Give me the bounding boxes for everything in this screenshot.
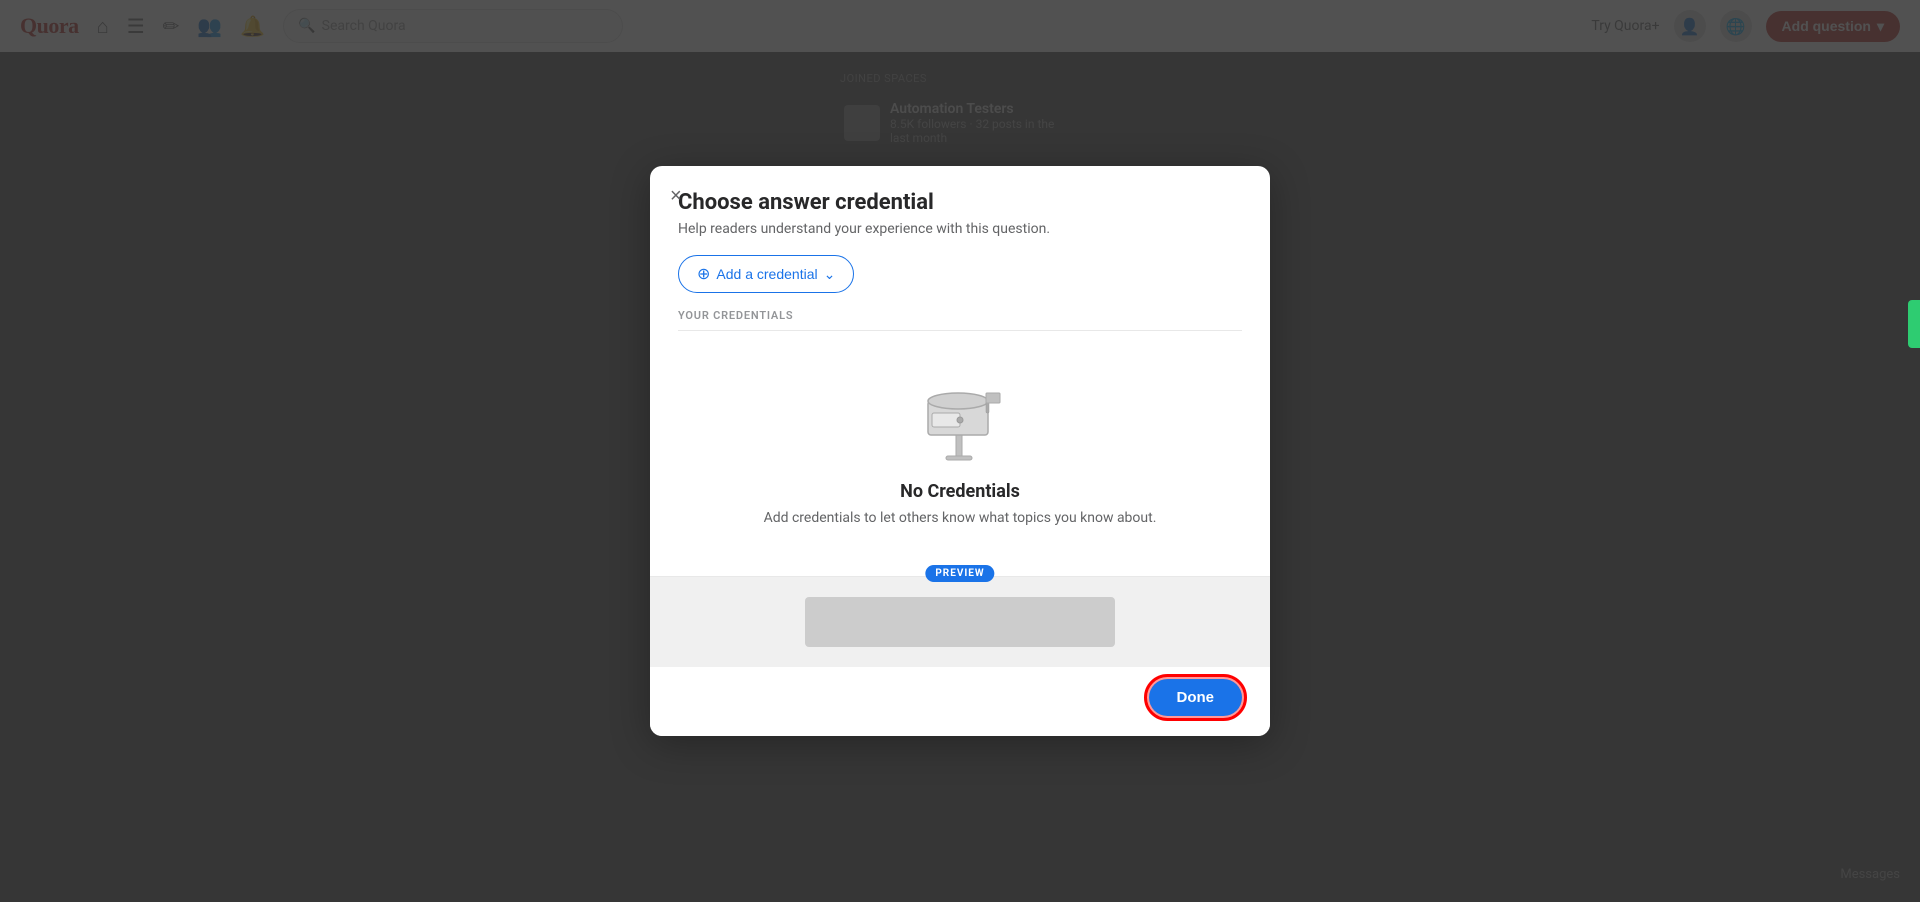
credential-modal: × Choose answer credential Help readers … — [650, 166, 1270, 736]
modal-overlay: × Choose answer credential Help readers … — [0, 0, 1920, 902]
no-credentials-title: No Credentials — [900, 481, 1020, 502]
modal-title: Choose answer credential — [678, 190, 1242, 215]
modal-subtitle: Help readers understand your experience … — [678, 221, 1242, 237]
credentials-section-label: YOUR CREDENTIALS — [678, 309, 1242, 331]
mailbox-illustration — [910, 371, 1010, 461]
close-button[interactable]: × — [670, 186, 682, 206]
preview-section: PREVIEW — [650, 576, 1270, 667]
no-credentials-description: Add credentials to let others know what … — [764, 510, 1157, 526]
done-button[interactable]: Done — [1149, 679, 1243, 716]
chevron-down-icon: ⌄ — [824, 266, 836, 283]
modal-body: YOUR CREDENTIALS — [650, 309, 1270, 576]
credentials-section: YOUR CREDENTIALS — [650, 309, 1270, 331]
add-credential-label: Add a credential — [716, 266, 817, 282]
add-credential-button[interactable]: ⊕ Add a credential ⌄ — [678, 255, 854, 293]
plus-circle-icon: ⊕ — [697, 264, 710, 284]
preview-badge: PREVIEW — [925, 565, 994, 582]
modal-header: × Choose answer credential Help readers … — [650, 166, 1270, 309]
preview-content-placeholder — [805, 597, 1115, 647]
modal-footer: Done — [650, 667, 1270, 736]
empty-credentials-area: No Credentials Add credentials to let ot… — [650, 331, 1270, 576]
